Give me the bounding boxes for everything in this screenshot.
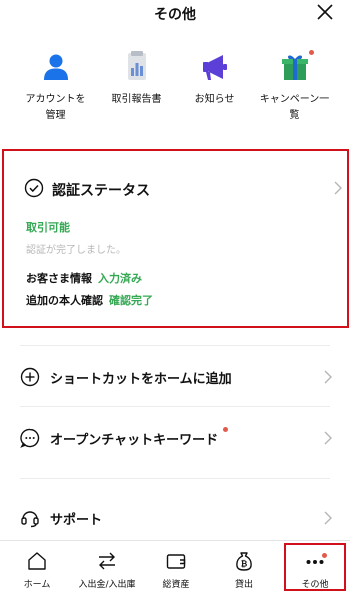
tab-lending-label: 貸出 xyxy=(234,580,253,590)
page-title: その他 xyxy=(154,7,196,23)
chevron-right-icon xyxy=(324,370,332,384)
campaign-list-label: キャンペーン一 覧 xyxy=(259,94,330,121)
additional-id-label: 追加の本人確認 xyxy=(26,294,103,307)
plus-circle-icon xyxy=(20,367,40,387)
divider xyxy=(20,478,330,479)
trade-report-shortcut[interactable]: 取引報告書 xyxy=(93,50,180,108)
shortcut-row: アカウントを 管理 取引報告書 お知らせ キャンペーン一 覧 xyxy=(0,50,350,130)
chevron-right-icon xyxy=(334,181,342,195)
openchat-keyword-item[interactable]: オープンチャットキーワード xyxy=(20,425,340,451)
account-manage-label: アカウントを 管理 xyxy=(25,94,86,121)
notice-shortcut[interactable]: お知らせ xyxy=(171,50,258,108)
customer-info-row: お客さま情報 入力済み xyxy=(26,270,142,286)
check-circle-icon xyxy=(24,178,44,198)
support-label: サポート xyxy=(50,513,103,528)
tab-assets[interactable]: 総資産 xyxy=(141,541,211,591)
verification-status-header[interactable]: 認証ステータス xyxy=(24,178,344,200)
trade-available-status: 取引可能 xyxy=(26,221,70,234)
report-icon xyxy=(120,50,154,84)
chevron-right-icon xyxy=(324,511,332,525)
close-icon[interactable] xyxy=(316,3,334,21)
trade-report-label: 取引報告書 xyxy=(111,94,162,105)
chevron-right-icon xyxy=(324,431,332,445)
gift-icon xyxy=(278,50,314,84)
tab-home[interactable]: ホーム xyxy=(2,541,72,591)
tab-lending[interactable]: ₿ 貸出 xyxy=(209,541,279,591)
notice-label: お知らせ xyxy=(194,94,235,105)
account-manage-shortcut[interactable]: アカウントを 管理 xyxy=(12,50,99,124)
tab-transfer[interactable]: 入出金/入出庫 xyxy=(72,541,142,591)
lending-icon: ₿ xyxy=(236,552,252,571)
megaphone-icon xyxy=(198,50,232,84)
header: その他 xyxy=(0,0,350,28)
verification-status-title: 認証ステータス xyxy=(52,183,150,199)
tab-assets-label: 総資産 xyxy=(162,580,190,590)
tab-home-label: ホーム xyxy=(23,580,51,590)
tab-transfer-label: 入出金/入出庫 xyxy=(78,580,136,590)
customer-info-value: 入力済み xyxy=(98,272,142,285)
customer-info-label: お客さま情報 xyxy=(26,272,92,285)
divider xyxy=(20,345,330,346)
add-shortcut-home-label: ショートカットをホームに追加 xyxy=(50,372,232,387)
add-shortcut-home-item[interactable]: ショートカットをホームに追加 xyxy=(20,364,340,390)
openchat-badge xyxy=(223,427,228,432)
additional-id-row: 追加の本人確認 確認完了 xyxy=(26,292,153,308)
divider xyxy=(20,406,330,407)
verification-status-card[interactable]: 認証ステータス 取引可能 認証が完了しました。 お客さま情報 入力済み 追加の本人… xyxy=(2,149,349,328)
verification-complete-message: 認証が完了しました。 xyxy=(26,245,126,256)
transfer-icon xyxy=(99,552,115,570)
home-icon xyxy=(28,552,46,570)
openchat-keyword-label: オープンチャットキーワード xyxy=(50,433,219,448)
campaign-badge xyxy=(308,50,314,55)
person-icon xyxy=(39,50,73,84)
svg-text:₿: ₿ xyxy=(241,560,248,569)
campaign-list-shortcut[interactable]: キャンペーン一 覧 xyxy=(251,50,338,124)
chat-bubble-icon xyxy=(20,428,40,448)
additional-id-value: 確認完了 xyxy=(109,294,153,307)
support-item[interactable]: サポート xyxy=(20,505,340,531)
wallet-icon xyxy=(166,554,186,569)
headset-icon xyxy=(21,511,39,528)
tab-more-highlight xyxy=(284,543,346,591)
